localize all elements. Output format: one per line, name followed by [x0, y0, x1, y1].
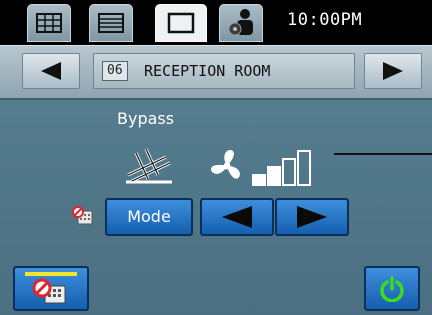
room-navigation: 06 RECEPTION ROOM — [0, 45, 432, 100]
controller-screen: 10:00PM 06 RECEPTION ROOM Bypass Mode — [0, 0, 432, 315]
fan-icon — [210, 150, 240, 179]
right-arrow-icon — [297, 206, 327, 228]
power-icon — [380, 275, 404, 302]
decrease-button[interactable] — [200, 198, 274, 236]
prohibit-button[interactable] — [13, 266, 89, 311]
power-button[interactable] — [364, 266, 420, 311]
ventilation-mode-label: Bypass — [117, 109, 175, 128]
list-view-icon — [98, 13, 124, 33]
bypass-damper-icon — [126, 148, 172, 184]
status-bar: 10:00PM — [0, 0, 432, 45]
left-arrow-icon — [222, 206, 252, 228]
room-display: 06 RECEPTION ROOM — [93, 53, 355, 89]
mode-button[interactable]: Mode — [105, 198, 193, 236]
fan-speed-bar-4 — [297, 150, 311, 186]
grid-view-icon — [36, 13, 62, 33]
user-settings-icon — [228, 9, 253, 36]
right-arrow-icon — [383, 62, 403, 80]
tab-user-settings[interactable] — [219, 4, 263, 42]
prev-room-button[interactable] — [22, 53, 80, 89]
fan-speed-indicator — [252, 150, 311, 186]
room-name: RECEPTION ROOM — [144, 62, 271, 80]
left-arrow-icon — [41, 62, 61, 80]
single-view-icon — [167, 12, 195, 34]
fan-speed-bar-3 — [282, 158, 296, 186]
tab-single-view[interactable] — [155, 4, 207, 42]
fan-speed-bar-1 — [252, 174, 266, 186]
callout-line — [334, 153, 432, 155]
fan-speed-bar-2 — [267, 166, 281, 186]
next-room-button[interactable] — [364, 53, 422, 89]
room-number: 06 — [102, 61, 128, 81]
clock: 10:00PM — [287, 10, 363, 30]
prohibited-remote-icon — [72, 206, 93, 225]
tab-grid-view[interactable] — [27, 4, 71, 42]
increase-button[interactable] — [275, 198, 349, 236]
tab-list-view[interactable] — [89, 4, 133, 42]
prohibited-remote-icon — [25, 271, 77, 303]
